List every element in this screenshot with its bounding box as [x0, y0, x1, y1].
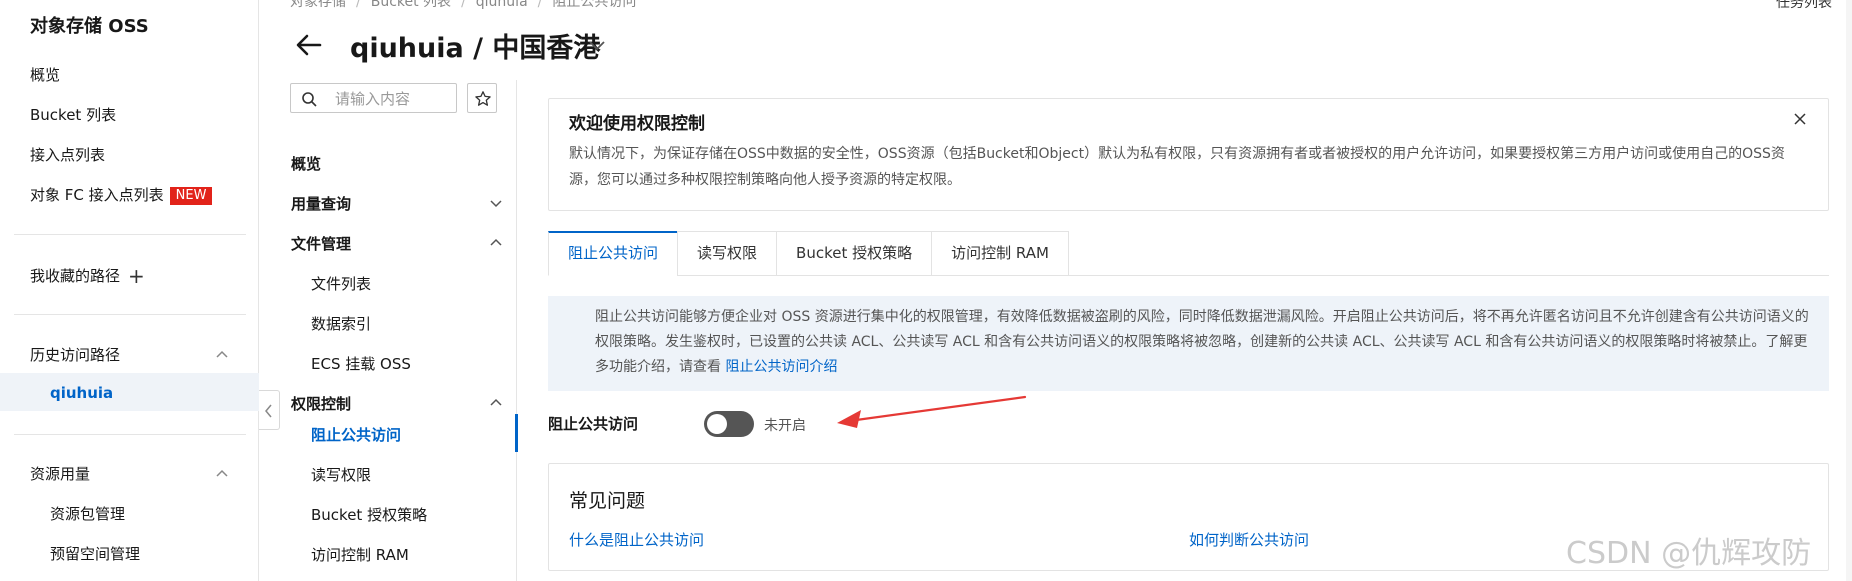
switch-knob: [707, 414, 727, 434]
sidebar-item-label: 对象 FC 接入点列表: [30, 186, 164, 204]
search-placeholder: 请输入内容: [335, 90, 411, 108]
search-icon: [302, 92, 317, 107]
star-icon: [475, 91, 491, 106]
welcome-text: 默认情况下，为保证存储在OSS中数据的安全性，OSS资源（包括Bucket和Ob…: [569, 146, 1785, 188]
chevron-down-icon[interactable]: [587, 35, 607, 55]
sidebar-item-favorites[interactable]: 我收藏的路径 +: [30, 264, 145, 288]
welcome-card: 欢迎使用权限控制 默认情况下，为保证存储在OSS中数据的安全性，OSS资源（包括…: [548, 98, 1829, 211]
bucket-nav-bucket-policy[interactable]: Bucket 授权策略: [311, 504, 427, 525]
sidebar-item-access-points[interactable]: 接入点列表: [30, 144, 105, 165]
chevron-up-icon[interactable]: [214, 465, 230, 481]
plus-icon[interactable]: +: [128, 264, 145, 288]
switch-state-text: 未开启: [764, 418, 806, 434]
sidebar-item-bucket-list[interactable]: Bucket 列表: [30, 104, 116, 125]
watermark: CSDN @仇辉攻防: [1566, 536, 1812, 571]
bucket-nav-block-public[interactable]: 阻止公共访问: [311, 424, 401, 445]
sidebar-collapse-handle[interactable]: [259, 390, 280, 430]
block-public-access-switch[interactable]: [704, 411, 754, 437]
sidebar-group-history[interactable]: 历史访问路径: [30, 344, 120, 365]
scrollbar[interactable]: [1846, 0, 1852, 581]
welcome-title: 欢迎使用权限控制: [569, 114, 705, 134]
back-arrow-icon[interactable]: [294, 30, 324, 60]
notice-text: 阻止公共访问能够方便企业对 OSS 资源进行集中化的权限管理，有效降低数据被盗刷…: [595, 305, 1810, 380]
faq-link-how-to-judge[interactable]: 如何判断公共访问: [1189, 529, 1309, 550]
chevron-up-icon[interactable]: [214, 346, 230, 362]
bucket-nav-data-index[interactable]: 数据索引: [311, 313, 371, 334]
sidebar-item-label: qiuhuia: [50, 384, 114, 402]
sidebar-item-fc-access-points[interactable]: 对象 FC 接入点列表 NEW: [30, 184, 213, 205]
bucket-nav-file-mgmt[interactable]: 文件管理: [291, 233, 351, 254]
sidebar-item-reserved-space[interactable]: 预留空间管理: [50, 543, 140, 564]
breadcrumb-item[interactable]: 对象存储: [290, 0, 346, 10]
task-list-link[interactable]: 任务列表: [1776, 0, 1832, 12]
breadcrumb-item[interactable]: Bucket 列表: [371, 0, 451, 10]
sidebar-item-overview[interactable]: 概览: [30, 64, 60, 85]
sidebar-item-history-qiuhuia[interactable]: [0, 373, 259, 411]
bucket-nav-file-list[interactable]: 文件列表: [311, 273, 371, 294]
sidebar-group-resource-usage[interactable]: 资源用量: [30, 463, 90, 484]
breadcrumb-item-current: 阻止公共访问: [552, 0, 637, 10]
breadcrumb: 对象存储 / Bucket 列表 / qiuhuia / 阻止公共访问: [290, 0, 636, 11]
faq-link-what-is[interactable]: 什么是阻止公共访问: [569, 529, 704, 550]
tab-ram[interactable]: 访问控制 RAM: [931, 231, 1069, 276]
bucket-nav-ecs-mount[interactable]: ECS 挂载 OSS: [311, 353, 411, 374]
close-icon[interactable]: [1792, 111, 1808, 127]
global-sidebar: 对象存储 OSS 概览 Bucket 列表 接入点列表 对象 FC 接入点列表 N…: [0, 0, 259, 581]
breadcrumb-item[interactable]: qiuhuia: [476, 0, 528, 10]
divider: [14, 314, 246, 315]
notice-link[interactable]: 阻止公共访问介绍: [725, 359, 837, 375]
block-public-access-label: 阻止公共访问: [548, 415, 639, 433]
page-title: qiuhuia / 中国香港: [350, 33, 601, 64]
active-indicator: [515, 414, 518, 452]
tab-block-public[interactable]: 阻止公共访问: [548, 231, 678, 276]
tab-bucket-policy[interactable]: Bucket 授权策略: [776, 231, 932, 276]
chevron-left-icon: [265, 404, 272, 418]
favorite-star-button[interactable]: [467, 83, 497, 113]
nav-search-input[interactable]: 请输入内容: [290, 83, 457, 113]
bucket-nav-permission-ctrl[interactable]: 权限控制: [291, 393, 351, 414]
tab-rw-perm[interactable]: 读写权限: [677, 231, 777, 276]
bucket-nav-ram[interactable]: 访问控制 RAM: [311, 544, 409, 565]
info-notice: 阻止公共访问能够方便企业对 OSS 资源进行集中化的权限管理，有效降低数据被盗刷…: [548, 296, 1829, 391]
divider: [14, 234, 246, 235]
new-badge: NEW: [169, 187, 213, 205]
chevron-up-icon[interactable]: [489, 396, 503, 410]
chevron-up-icon[interactable]: [489, 236, 503, 250]
bucket-nav-rw-perm[interactable]: 读写权限: [311, 464, 371, 485]
annotation-arrow-icon: [837, 395, 1027, 428]
sidebar-item-label: 我收藏的路径: [30, 267, 121, 285]
sidebar-item-resource-pack[interactable]: 资源包管理: [50, 503, 125, 524]
permission-tabs: 阻止公共访问 读写权限 Bucket 授权策略 访问控制 RAM: [548, 231, 1069, 276]
sidebar-title: 对象存储 OSS: [30, 16, 149, 37]
bucket-nav-usage-query[interactable]: 用量查询: [291, 193, 351, 214]
faq-title: 常见问题: [569, 490, 646, 512]
bucket-nav-overview[interactable]: 概览: [291, 153, 321, 174]
chevron-down-icon[interactable]: [489, 196, 503, 210]
divider: [14, 434, 246, 435]
